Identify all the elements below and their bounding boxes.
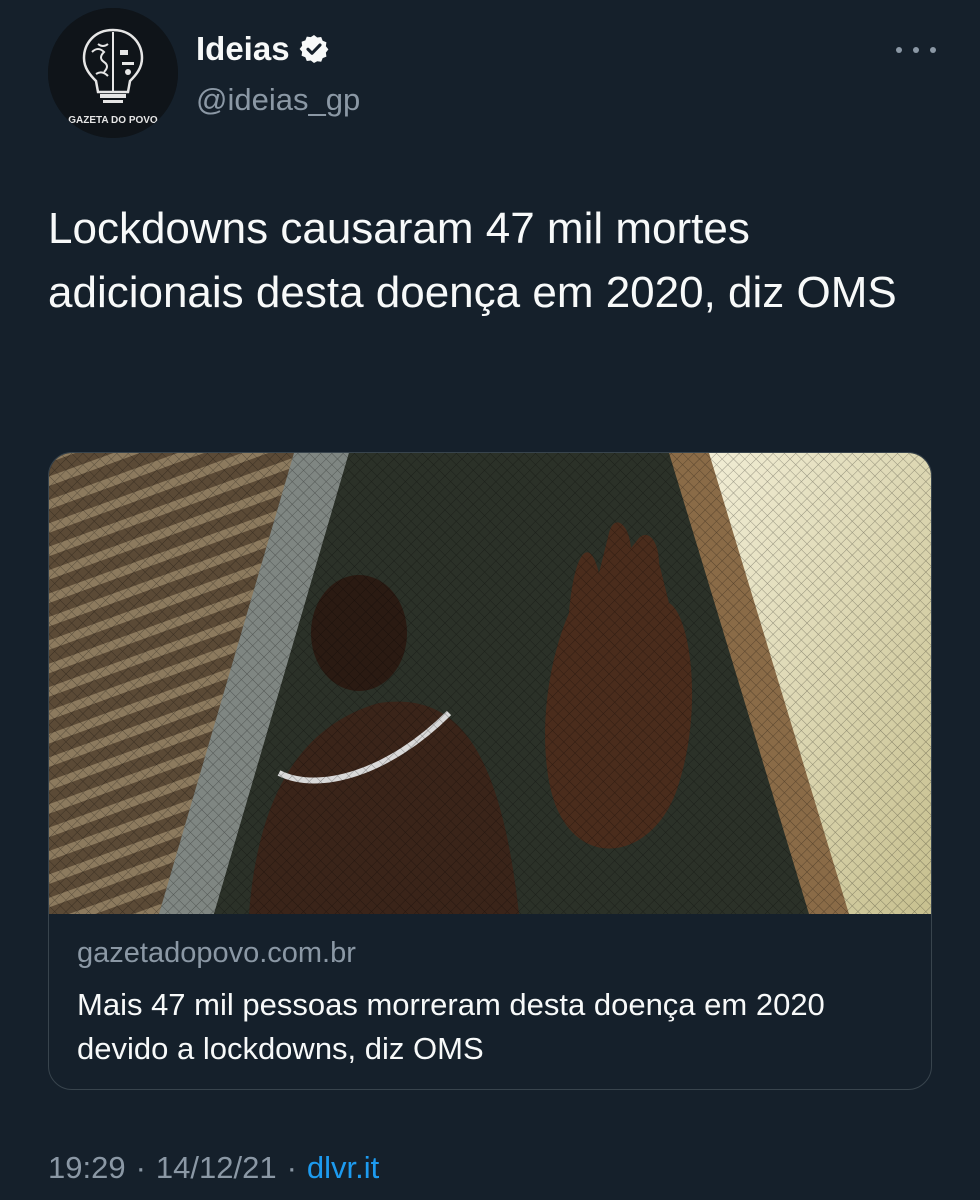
verified-badge-icon (299, 35, 328, 63)
link-preview-card[interactable]: gazetadopovo.com.br Mais 47 mil pessoas … (48, 452, 932, 1090)
tweet-text: Lockdowns causaram 47 mil mortes adicion… (48, 204, 897, 317)
article-thumbnail-image (49, 453, 931, 914)
tweet-meta: 19:29 · 14/12/21 · dlvr.it (48, 1150, 379, 1186)
card-domain: gazetadopovo.com.br (77, 937, 356, 969)
more-dot (913, 47, 919, 53)
more-dot (896, 47, 902, 53)
meta-separator: · (135, 1150, 146, 1185)
tweet-source-link[interactable]: dlvr.it (307, 1150, 379, 1185)
gazeta-do-povo-logo: GAZETA DO POVO (48, 8, 178, 138)
meta-separator: · (286, 1150, 297, 1185)
svg-text:GAZETA DO POVO: GAZETA DO POVO (68, 115, 158, 126)
tweet-date[interactable]: 14/12/21 (156, 1150, 277, 1185)
author-name-row[interactable]: Ideias (196, 30, 330, 68)
author-display-name[interactable]: Ideias (196, 30, 290, 68)
author-handle[interactable]: @ideias_gp (196, 82, 360, 118)
card-title: Mais 47 mil pessoas morreram desta doenç… (77, 987, 825, 1066)
tweet-time[interactable]: 19:29 (48, 1150, 126, 1185)
more-dot (930, 47, 936, 53)
more-options-icon[interactable] (896, 38, 936, 62)
author-avatar[interactable]: GAZETA DO POVO (48, 8, 178, 138)
